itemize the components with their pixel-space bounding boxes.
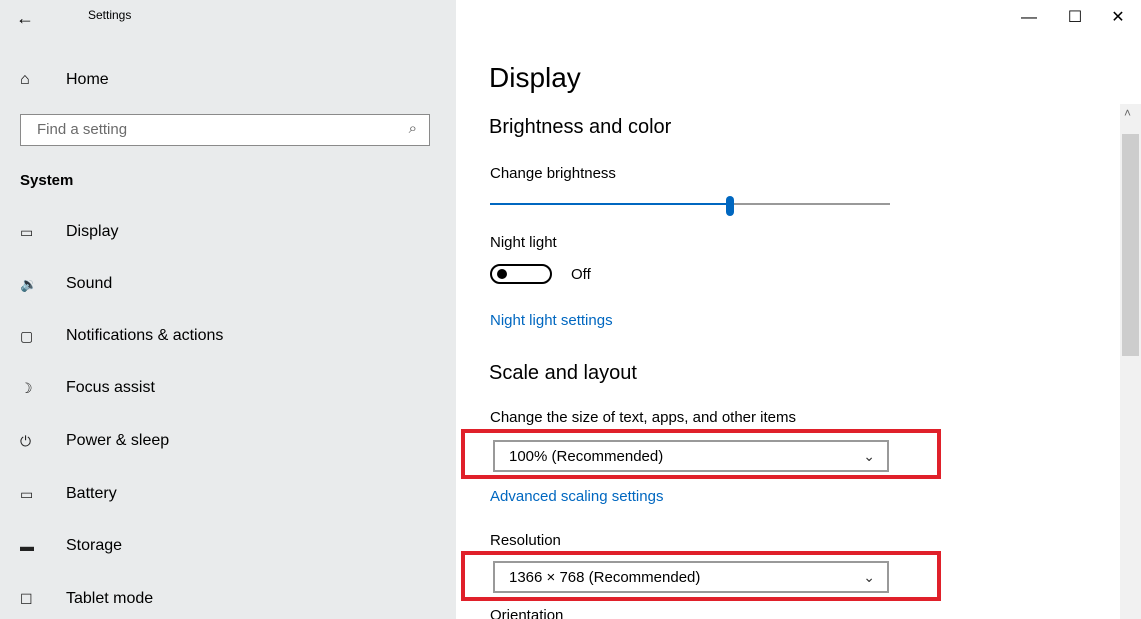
brightness-slider[interactable] — [490, 196, 890, 216]
sidebar-item-battery[interactable]: ▭ Battery — [20, 479, 117, 509]
monitor-icon: ▭ — [20, 223, 34, 240]
notification-icon: ▢ — [20, 327, 34, 344]
scrollbar[interactable]: ˄ — [1120, 104, 1141, 619]
moon-icon: ☽ — [20, 379, 33, 396]
night-light-settings-link[interactable]: Night light settings — [490, 312, 613, 329]
orientation-label: Orientation — [490, 607, 564, 619]
maximize-button[interactable]: ☐ — [1052, 2, 1098, 34]
resolution-label: Resolution — [490, 532, 561, 549]
section-heading-system: System — [20, 172, 74, 189]
storage-icon: ▬ — [20, 538, 34, 554]
section-heading-scale: Scale and layout — [489, 362, 637, 384]
night-light-label: Night light — [490, 234, 557, 251]
title-bar: ← Settings — ☐ ✕ — [0, 0, 1141, 40]
sidebar-item-tablet-mode[interactable]: ☐ Tablet mode — [20, 584, 153, 614]
scale-value: 100% (Recommended) — [509, 448, 664, 465]
app-title: Settings — [88, 8, 132, 22]
search-input[interactable]: Find a setting ⌕ — [20, 114, 430, 146]
sidebar-item-label: Display — [66, 223, 119, 240]
search-placeholder: Find a setting — [37, 121, 128, 138]
sidebar-item-label: Sound — [66, 275, 113, 292]
advanced-scaling-link[interactable]: Advanced scaling settings — [490, 488, 663, 505]
scroll-up-icon[interactable]: ˄ — [1124, 106, 1131, 120]
sidebar-item-storage[interactable]: ▬ Storage — [20, 531, 122, 561]
chevron-down-icon: ⌄ — [863, 569, 875, 585]
sidebar-item-power-sleep[interactable]: ⏻ Power & sleep — [20, 426, 169, 456]
night-light-toggle[interactable] — [490, 264, 552, 284]
sidebar — [0, 0, 456, 619]
sidebar-item-label: Focus assist — [66, 379, 155, 396]
sidebar-item-sound[interactable]: 🔉 Sound — [20, 269, 112, 299]
sidebar-item-label: Notifications & actions — [66, 327, 224, 344]
toggle-knob — [497, 269, 507, 279]
sidebar-item-focus-assist[interactable]: ☽ Focus assist — [20, 373, 155, 403]
tablet-icon: ☐ — [20, 590, 33, 607]
sidebar-item-label: Power & sleep — [66, 432, 170, 449]
sidebar-item-notifications[interactable]: ▢ Notifications & actions — [20, 321, 223, 351]
resolution-dropdown[interactable]: 1366 × 768 (Recommended) ⌄ — [493, 561, 889, 593]
power-icon: ⏻ — [20, 432, 32, 449]
chevron-down-icon: ⌄ — [863, 448, 875, 464]
page-title: Display — [489, 62, 581, 93]
resolution-value: 1366 × 768 (Recommended) — [509, 569, 701, 586]
back-arrow-icon[interactable]: ← — [16, 6, 46, 30]
scrollbar-thumb[interactable] — [1122, 134, 1139, 356]
minimize-button[interactable]: — — [1006, 2, 1052, 34]
sidebar-item-display[interactable]: ▭ Display — [20, 217, 118, 247]
home-icon: ⌂ — [20, 71, 30, 88]
search-icon[interactable]: ⌕ — [409, 120, 417, 137]
sidebar-item-label: Storage — [66, 537, 123, 554]
sidebar-item-label: Home — [66, 71, 109, 88]
close-button[interactable]: ✕ — [1095, 2, 1141, 34]
slider-thumb[interactable] — [726, 196, 734, 216]
scale-label: Change the size of text, apps, and other… — [490, 409, 797, 426]
battery-icon: ▭ — [20, 485, 34, 502]
slider-fill — [490, 203, 730, 205]
night-light-state: Off — [571, 266, 591, 283]
sidebar-item-home[interactable]: ⌂ Home — [20, 68, 109, 92]
speaker-icon: 🔉 — [20, 275, 38, 292]
section-heading-brightness: Brightness and color — [489, 116, 672, 138]
sidebar-item-label: Tablet mode — [66, 590, 154, 607]
sidebar-item-label: Battery — [66, 485, 117, 502]
brightness-label: Change brightness — [490, 165, 616, 182]
scale-dropdown[interactable]: 100% (Recommended) ⌄ — [493, 440, 889, 472]
